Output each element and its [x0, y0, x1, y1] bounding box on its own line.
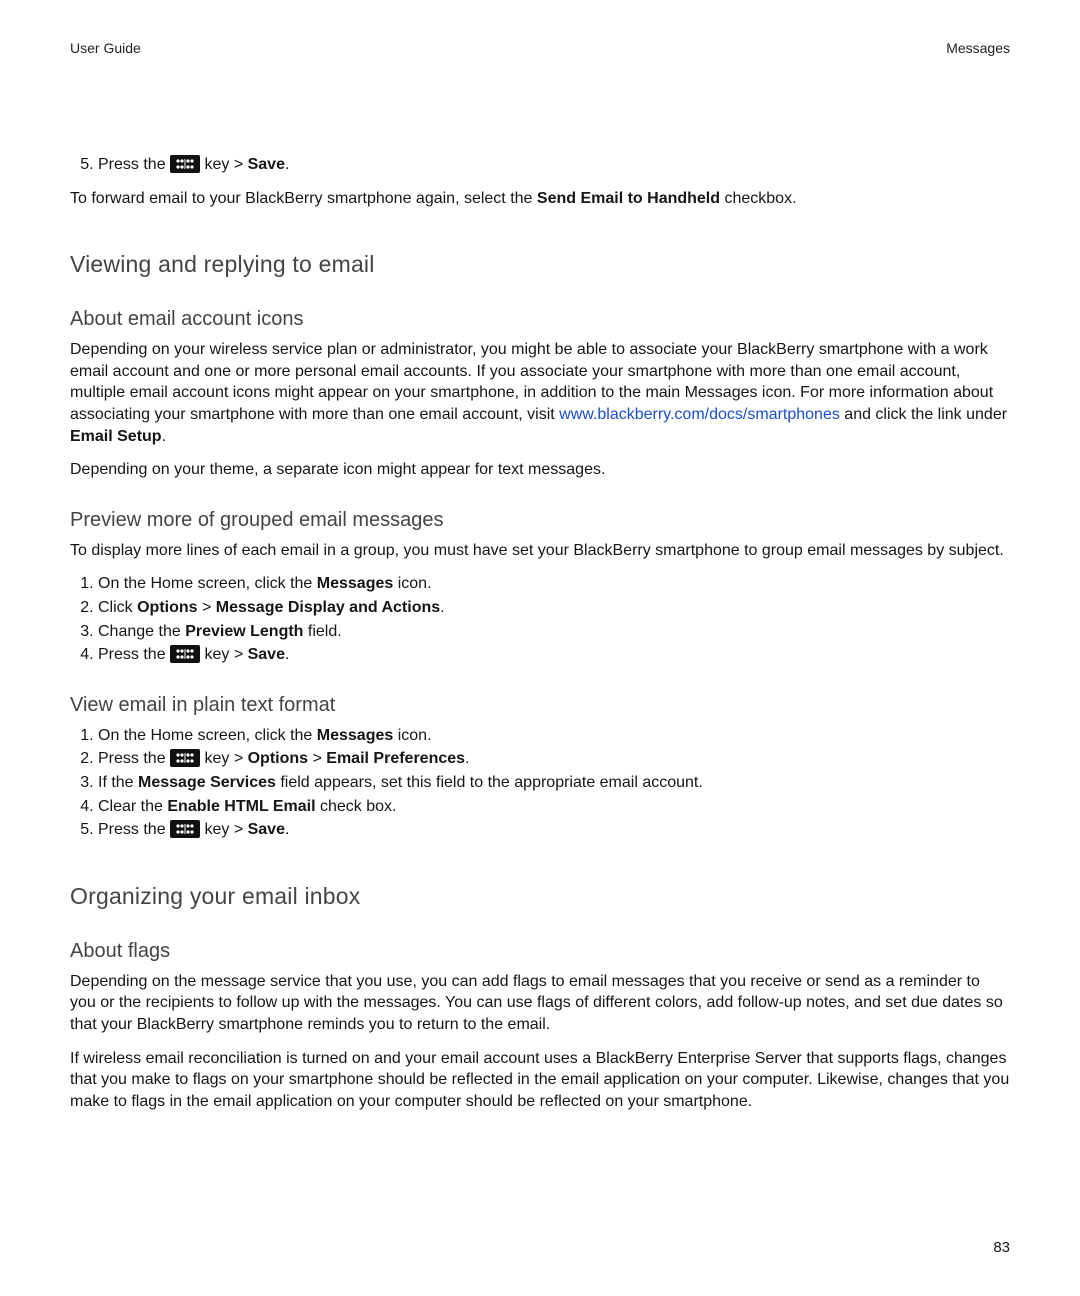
menu-key-icon: [170, 155, 200, 173]
header-right: Messages: [946, 40, 1010, 56]
heading-viewing-replying: Viewing and replying to email: [70, 249, 1010, 280]
preview-step-3: Change the Preview Length field.: [98, 621, 1010, 643]
preview-intro: To display more lines of each email in a…: [70, 540, 1010, 562]
preview-step-1: On the Home screen, click the Messages i…: [98, 573, 1010, 595]
flags-paragraph-1: Depending on the message service that yo…: [70, 971, 1010, 1036]
heading-about-flags: About flags: [70, 938, 1010, 965]
menu-key-icon: [170, 820, 200, 838]
forward-paragraph: To forward email to your BlackBerry smar…: [70, 188, 1010, 210]
menu-key-icon: [170, 645, 200, 663]
heading-plain-text: View email in plain text format: [70, 692, 1010, 719]
plain-step-1: On the Home screen, click the Messages i…: [98, 725, 1010, 747]
plain-step-2: Press the key > Options > Email Preferen…: [98, 748, 1010, 770]
heading-preview-grouped: Preview more of grouped email messages: [70, 507, 1010, 534]
flags-paragraph-2: If wireless email reconciliation is turn…: [70, 1048, 1010, 1113]
preview-step-4: Press the key > Save.: [98, 644, 1010, 666]
heading-about-icons: About email account icons: [70, 306, 1010, 333]
about-icons-paragraph-2: Depending on your theme, a separate icon…: [70, 459, 1010, 481]
menu-key-icon: [170, 749, 200, 767]
step-5: Press the key > Save.: [98, 154, 1010, 176]
plain-step-3: If the Message Services field appears, s…: [98, 772, 1010, 794]
page-content: Press the key > Save. To forward email t…: [70, 154, 1010, 1112]
plain-step-5: Press the key > Save.: [98, 819, 1010, 841]
page-number: 83: [993, 1239, 1010, 1256]
header-left: User Guide: [70, 40, 141, 56]
docs-link[interactable]: www.blackberry.com/docs/smartphones: [559, 406, 840, 423]
plain-step-4: Clear the Enable HTML Email check box.: [98, 796, 1010, 818]
about-icons-paragraph: Depending on your wireless service plan …: [70, 339, 1010, 447]
preview-step-2: Click Options > Message Display and Acti…: [98, 597, 1010, 619]
heading-organizing: Organizing your email inbox: [70, 881, 1010, 912]
